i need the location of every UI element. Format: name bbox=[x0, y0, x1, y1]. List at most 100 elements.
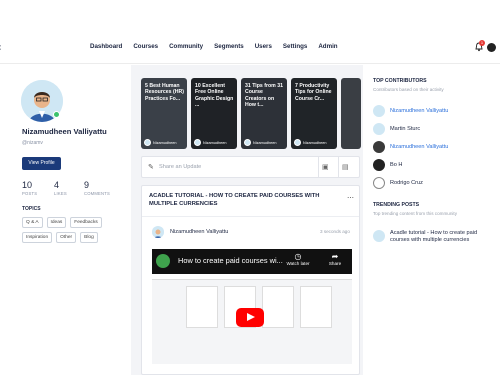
contributor-name: Martin Sturc bbox=[390, 126, 421, 132]
youtube-play-icon[interactable] bbox=[236, 308, 264, 327]
main-nav: Dashboard Courses Community Segments Use… bbox=[90, 43, 338, 50]
featured-card[interactable]: 7 Productivity Tips for Online Course Cr… bbox=[291, 78, 337, 149]
video-title: How to create paid courses wi... bbox=[178, 256, 283, 265]
dark-mode-icon[interactable] bbox=[487, 43, 496, 52]
likes-label: LIKES bbox=[54, 191, 67, 196]
nav-settings[interactable]: Settings bbox=[283, 43, 307, 50]
image-icon[interactable]: ▣ bbox=[322, 163, 329, 171]
card-author: Nizamudheen bbox=[144, 139, 176, 146]
comments-label: COMMENTS bbox=[84, 191, 111, 196]
topic-tag[interactable]: Ideas bbox=[46, 217, 67, 228]
featured-card[interactable]: 31 Tips from 31 Course Creators on How t… bbox=[241, 78, 287, 149]
topic-tag[interactable]: Other bbox=[56, 232, 77, 243]
comments-count: 9 bbox=[84, 180, 90, 190]
thumbnail-course-tile bbox=[300, 286, 332, 328]
contributor-avatar bbox=[373, 159, 385, 171]
nav-courses[interactable]: Courses bbox=[133, 43, 158, 50]
back-chevron-icon[interactable]: ‹ bbox=[0, 42, 1, 53]
share-video-button[interactable]: ➦ Share bbox=[322, 252, 348, 266]
contributor-avatar bbox=[373, 141, 385, 153]
post-author-name[interactable]: Nizamudheen Valliyattu bbox=[170, 229, 228, 235]
featured-cards: 5 Best Human Resources (HR) Practices Fo… bbox=[141, 78, 361, 149]
contributor-avatar bbox=[373, 123, 385, 135]
topics-heading: TOPICS bbox=[22, 206, 41, 212]
thumbnail-course-tile bbox=[186, 286, 218, 328]
author-avatar bbox=[244, 139, 251, 146]
contributor-avatar bbox=[373, 105, 385, 117]
nav-admin[interactable]: Admin bbox=[318, 43, 337, 50]
contributor-item[interactable]: Rodrigo Cruz bbox=[373, 177, 423, 189]
contributor-name: Rodrigo Cruz bbox=[390, 180, 423, 186]
card-author-name: Nizamudheen bbox=[253, 140, 277, 145]
divider bbox=[338, 157, 339, 178]
profile-name: Nizamudheen Valliyattu bbox=[22, 127, 107, 136]
topic-tag[interactable]: Blog bbox=[80, 232, 98, 243]
pencil-icon: ✎ bbox=[148, 164, 154, 171]
featured-card-partial[interactable] bbox=[341, 78, 361, 149]
contributor-item[interactable]: Nizamudheen Valliyattu bbox=[373, 105, 448, 117]
featured-card[interactable]: 5 Best Human Resources (HR) Practices Fo… bbox=[141, 78, 187, 149]
feed: 5 Best Human Resources (HR) Practices Fo… bbox=[131, 65, 363, 375]
nav-dashboard[interactable]: Dashboard bbox=[90, 43, 122, 50]
author-avatar bbox=[144, 139, 151, 146]
right-panel: TOP CONTRIBUTORS Contributors based on t… bbox=[364, 65, 500, 375]
contributor-item[interactable]: Nizamudheen Valliyattu bbox=[373, 141, 448, 153]
card-author: Nizamudheen bbox=[294, 139, 326, 146]
view-profile-button[interactable]: View Profile bbox=[22, 157, 61, 170]
card-title: 5 Best Human Resources (HR) Practices Fo… bbox=[145, 83, 184, 102]
trending-subtitle: Top trending content from this community bbox=[373, 211, 458, 216]
likes-stat: 4 LIKES bbox=[54, 180, 67, 196]
share-arrow-icon: ➦ bbox=[331, 252, 339, 261]
watch-later-button[interactable]: ◷ Watch later bbox=[285, 252, 311, 266]
posts-count: 10 bbox=[22, 180, 33, 190]
card-title: 10 Excellent Free Online Graphic Design … bbox=[195, 83, 234, 109]
divider bbox=[142, 216, 359, 217]
trending-heading: TRENDING POSTS bbox=[373, 202, 420, 208]
author-avatar bbox=[194, 139, 201, 146]
channel-logo-icon bbox=[156, 254, 170, 268]
contributor-item[interactable]: Martin Sturc bbox=[373, 123, 420, 135]
likes-count: 4 bbox=[54, 180, 60, 190]
trending-post-title: Acadle tutorial - How to create paid cou… bbox=[390, 230, 478, 244]
card-author-name: Nizamudheen bbox=[203, 140, 227, 145]
card-title: 31 Tips from 31 Course Creators on How t… bbox=[245, 83, 283, 109]
user-placeholder-icon bbox=[373, 177, 385, 189]
nav-users[interactable]: Users bbox=[255, 43, 272, 50]
trending-author-avatar bbox=[373, 230, 385, 242]
clock-icon: ◷ bbox=[294, 252, 302, 261]
more-options-icon[interactable]: ⋯ bbox=[347, 194, 354, 202]
author-avatar bbox=[294, 139, 301, 146]
document-icon[interactable]: ▤ bbox=[342, 163, 349, 171]
posts-stat: 10 POSTS bbox=[22, 180, 37, 196]
card-author-name: Nizamudheen bbox=[303, 140, 327, 145]
posts-label: POSTS bbox=[22, 191, 38, 196]
comments-stat: 9 COMMENTS bbox=[84, 180, 110, 196]
contributors-heading: TOP CONTRIBUTORS bbox=[373, 78, 427, 84]
contributor-name: Bo H bbox=[390, 162, 403, 168]
top-navbar: ‹ Dashboard Courses Community Segments U… bbox=[0, 0, 500, 64]
topic-tag[interactable]: Feedbacks bbox=[70, 217, 102, 228]
card-author-name: Nizamudheen bbox=[153, 140, 177, 145]
watch-later-label: Watch later bbox=[286, 261, 310, 266]
topic-tag[interactable]: Inspiration bbox=[22, 232, 53, 243]
thumbnail-toolbar bbox=[152, 274, 352, 280]
post-title[interactable]: ACADLE TUTORIAL - HOW TO CREATE PAID COU… bbox=[149, 193, 344, 208]
topic-tag[interactable]: Q & A bbox=[22, 217, 43, 228]
nav-segments[interactable]: Segments bbox=[214, 43, 244, 50]
divider bbox=[318, 157, 319, 178]
online-status-dot bbox=[53, 111, 60, 118]
contributor-item[interactable]: Bo H bbox=[373, 159, 402, 171]
video-embed[interactable]: How to create paid courses wi... ◷ Watch… bbox=[152, 249, 352, 364]
nav-community[interactable]: Community bbox=[169, 43, 203, 50]
contributors-subtitle: Contributors based on their activity bbox=[373, 87, 444, 92]
card-author: Nizamudheen bbox=[244, 139, 276, 146]
contributor-name: Nizamudheen Valliyattu bbox=[390, 108, 449, 114]
trending-post-item[interactable]: Acadle tutorial - How to create paid cou… bbox=[373, 230, 482, 244]
post-timestamp: 3 seconds ago bbox=[320, 229, 350, 234]
share-update-box[interactable]: ✎ Share an Update ▣ ▤ bbox=[141, 156, 360, 178]
card-title: 7 Productivity Tips for Online Course Cr… bbox=[295, 83, 332, 102]
profile-sidebar: Nizamudheen Valliyattu @nizamv View Prof… bbox=[0, 65, 130, 375]
post-author-avatar[interactable] bbox=[152, 226, 164, 238]
featured-card[interactable]: 10 Excellent Free Online Graphic Design … bbox=[191, 78, 237, 149]
topics-list: Q & A Ideas Feedbacks Inspiration Other … bbox=[22, 217, 112, 243]
